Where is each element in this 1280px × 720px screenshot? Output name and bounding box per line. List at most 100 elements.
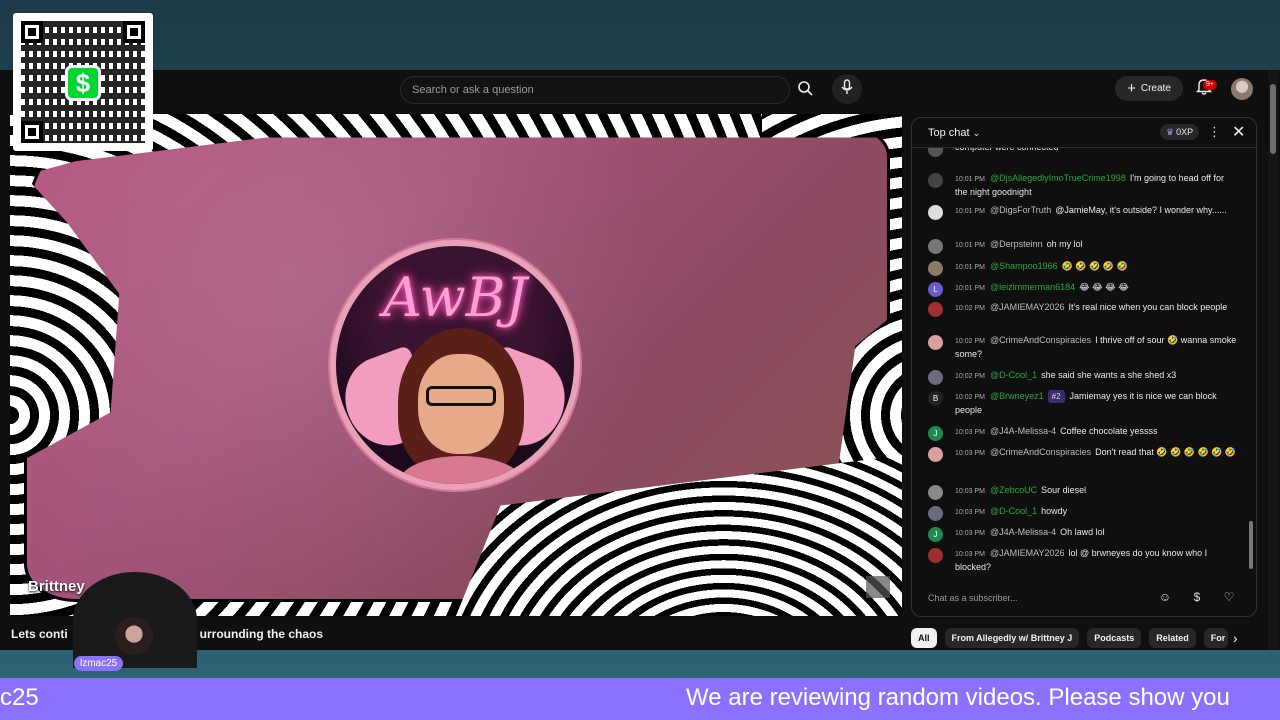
chat-message[interactable]: B 10:02 PM @Brwneyez1 #2 Jamiemay yes it is … (928, 390, 1238, 417)
crown-icon: ♛ (1166, 127, 1175, 137)
super-chat-icon[interactable]: $ (1188, 588, 1206, 606)
chat-author-name[interactable]: @JAMIEMAY2026 (990, 302, 1065, 312)
chat-author-name[interactable]: @Derpsteinn (990, 239, 1043, 249)
chat-author-avatar[interactable]: B (928, 391, 943, 406)
chat-message-text: @JamieMay, it's outside? I wonder why...… (1055, 205, 1227, 215)
chat-message[interactable]: 10:02 PM @JAMIEMAY2026 It's real nice when… (928, 301, 1238, 317)
page-scrollbar[interactable] (1268, 70, 1278, 650)
chat-message-text: 😂 😂 😂 😂 (1079, 282, 1129, 292)
chat-author-name[interactable]: @CrimeAndConspiracies (990, 447, 1091, 457)
video-title-start: Lets conti (11, 627, 68, 641)
account-avatar[interactable] (1231, 78, 1253, 100)
chat-message[interactable]: J 10:03 PM @J4A-Melissa-4 Coffee chocolate … (928, 425, 1238, 441)
chat-author-name[interactable]: @Brwneyez1 (990, 391, 1044, 401)
chat-header: Top chat ⌄ ♛ 0XP ⋮ ✕ (912, 118, 1256, 148)
chat-message[interactable]: L 10:01 PM @leizimmerman6184 😂 😂 😂 😂 (928, 281, 1238, 297)
chat-message-body: 10:03 PM @D-Cool_1 howdy (955, 505, 1238, 519)
chat-author-name[interactable]: @Shampoo1966 (990, 261, 1058, 271)
chat-message-body: computer were connected (955, 148, 1238, 154)
chat-message[interactable]: 10:01 PM @DigsForTruth @JamieMay, it's out… (928, 204, 1238, 220)
chat-author-avatar[interactable] (928, 205, 943, 220)
chat-message-body: 10:03 PM @J4A-Melissa-4 Coffee chocolate y… (955, 425, 1238, 439)
chat-message[interactable]: 10:03 PM @CrimeAndConspiracies Don't read … (928, 446, 1238, 462)
ticker-message: We are reviewing random videos. Please s… (686, 684, 1230, 711)
chat-mode-dropdown[interactable]: Top chat ⌄ (928, 127, 980, 139)
chat-author-avatar[interactable] (928, 302, 943, 317)
host-avatar (115, 617, 153, 655)
chat-author-avatar[interactable] (928, 447, 943, 462)
chat-author-avatar[interactable] (928, 173, 943, 188)
chat-message[interactable]: 10:01 PM @DjsAllegedlyImoTrueCrime1998 I'm… (928, 172, 1238, 199)
chat-author-avatar[interactable]: L (928, 282, 943, 297)
chat-author-avatar[interactable] (928, 335, 943, 350)
chat-message-body: 10:03 PM @ZebcoUC Sour diesel (955, 484, 1238, 498)
emoji-icon[interactable]: ☺ (1156, 588, 1174, 606)
chat-author-avatar[interactable] (928, 239, 943, 254)
chat-author-name[interactable]: @D-Cool_1 (990, 370, 1037, 380)
chat-message-text: Coffee chocolate yessss (1060, 426, 1158, 436)
cashapp-qr-code: $ (13, 13, 153, 151)
more-options-icon[interactable]: ⋮ (1208, 124, 1221, 140)
chat-author-avatar[interactable] (928, 485, 943, 500)
chat-author-name[interactable]: @J4A-Melissa-4 (990, 426, 1056, 436)
chat-scrollbar[interactable] (1249, 156, 1254, 576)
chat-message-body: 10:02 PM @Brwneyez1 #2 Jamiemay yes it is n… (955, 390, 1238, 417)
chat-author-avatar[interactable] (928, 548, 943, 563)
search-button[interactable] (790, 76, 820, 104)
chip-filter[interactable]: From Allegedly w/ Brittney J (944, 628, 1080, 648)
chat-message[interactable]: 10:03 PM @JAMIEMAY2026 lol @ brwneyes do y… (928, 547, 1238, 574)
cartoon-glasses (426, 386, 496, 406)
chat-author-name[interactable]: @CrimeAndConspiracies (990, 335, 1091, 345)
chip-filter[interactable]: Related (1149, 628, 1196, 648)
chat-message-body: 10:02 PM @JAMIEMAY2026 It's real nice when… (955, 301, 1238, 315)
chevron-down-icon: ⌄ (972, 128, 981, 138)
chat-timestamp: 10:03 PM (955, 429, 985, 436)
chip-filter[interactable]: All (911, 628, 937, 648)
search-box[interactable] (400, 76, 790, 104)
chat-message[interactable]: 10:01 PM @Derpsteinn oh my lol (928, 238, 1238, 254)
create-label: Create (1140, 83, 1171, 94)
voice-search-button[interactable] (832, 74, 862, 104)
chat-author-name[interactable]: @ZebcoUC (990, 485, 1037, 495)
chat-message-text: It's real nice when you can block people (1068, 302, 1228, 312)
video-player[interactable]: AwBJ Brittney (10, 114, 902, 616)
chat-message[interactable]: computer were connected (928, 148, 1238, 157)
heart-icon[interactable]: ♡ (1220, 588, 1238, 606)
chat-author-name[interactable]: @DigsForTruth (990, 205, 1051, 215)
chip-filter[interactable]: For (1203, 628, 1228, 648)
page-scrollbar-thumb[interactable] (1270, 84, 1276, 154)
close-icon[interactable]: ✕ (1232, 122, 1245, 142)
chat-message[interactable]: 10:03 PM @ZebcoUC Sour diesel (928, 484, 1238, 500)
chat-message[interactable]: 10:01 PM @Shampoo1966 🤣 🤣 🤣 🤣 🤣 (928, 260, 1238, 276)
chat-scrollbar-thumb[interactable] (1249, 521, 1253, 569)
chat-author-avatar[interactable]: J (928, 527, 943, 542)
overlay-ticker: c25 We are reviewing random videos. Plea… (0, 678, 1280, 720)
search-input[interactable] (412, 84, 789, 96)
chat-message-body: 10:02 PM @CrimeAndConspiracies I thrive of… (955, 334, 1238, 361)
chat-timestamp: 10:03 PM (955, 488, 985, 495)
chat-message-body: 10:03 PM @J4A-Melissa-4 Oh lawd lol (955, 526, 1238, 540)
chat-author-avatar[interactable] (928, 370, 943, 385)
chip-filter[interactable]: Podcasts (1087, 628, 1142, 648)
cashapp-icon: $ (65, 65, 101, 101)
chat-message[interactable]: 10:02 PM @CrimeAndConspiracies I thrive of… (928, 334, 1238, 361)
chat-author-name[interactable]: @J4A-Melissa-4 (990, 527, 1056, 537)
chat-author-avatar[interactable]: J (928, 426, 943, 441)
chat-message[interactable]: 10:02 PM @D-Cool_1 she said she wants a sh… (928, 369, 1238, 385)
chat-author-name[interactable]: @DjsAllegedlyImoTrueCrime1998 (990, 173, 1126, 183)
chat-author-avatar[interactable] (928, 261, 943, 276)
host-name-badge: lzmac25 (74, 656, 124, 671)
chat-message-body: 10:01 PM @DjsAllegedlyImoTrueCrime1998 I'm… (955, 172, 1238, 199)
chat-author-avatar[interactable] (928, 506, 943, 521)
chevron-right-icon[interactable]: › (1233, 628, 1251, 648)
chat-message[interactable]: 10:03 PM @D-Cool_1 howdy (928, 505, 1238, 521)
chat-author-name[interactable]: @D-Cool_1 (990, 506, 1037, 516)
chat-author-name[interactable]: @leizimmerman6184 (990, 282, 1075, 292)
create-button[interactable]: + Create (1115, 76, 1183, 101)
chat-author-avatar[interactable] (928, 148, 943, 157)
chat-message[interactable]: J 10:03 PM @J4A-Melissa-4 Oh lawd lol (928, 526, 1238, 542)
chat-author-name[interactable]: @JAMIEMAY2026 (990, 548, 1065, 558)
chat-input[interactable] (928, 589, 1158, 607)
xp-badge[interactable]: ♛ 0XP (1160, 124, 1200, 140)
chat-timestamp: 10:01 PM (955, 242, 985, 249)
